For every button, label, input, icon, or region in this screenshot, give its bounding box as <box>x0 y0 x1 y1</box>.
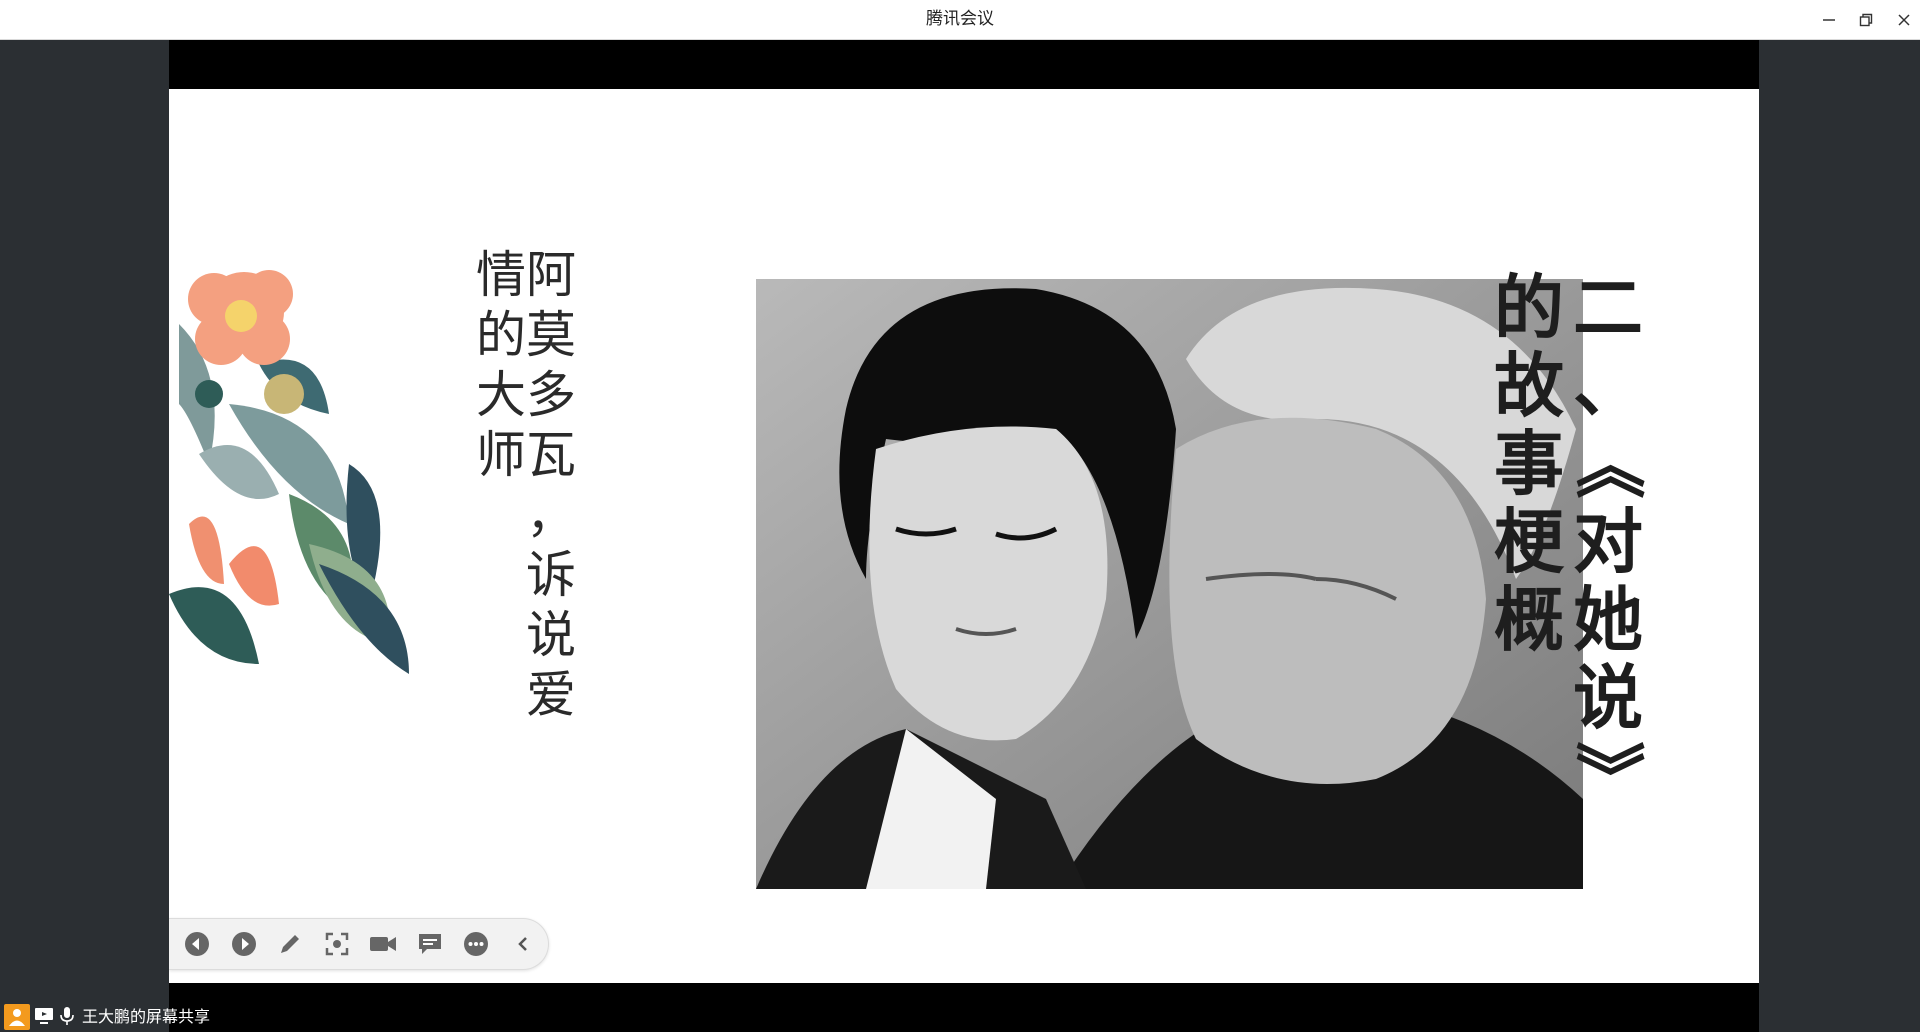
screen-share-icon <box>35 1008 53 1024</box>
minimize-icon <box>1823 19 1835 21</box>
vertical-char: 》 <box>1567 741 1649 811</box>
vertical-char: 爱 <box>526 666 576 724</box>
vertical-char: 情 <box>476 246 526 304</box>
close-icon <box>1898 14 1910 26</box>
vertical-char: 、 <box>1573 345 1643 427</box>
close-button[interactable] <box>1890 6 1918 34</box>
vertical-char: 《 <box>1567 429 1649 499</box>
restore-button[interactable] <box>1852 6 1880 34</box>
vertical-char: ， <box>526 486 576 544</box>
tropical-flower-illustration <box>169 270 409 674</box>
vertical-char: 概 <box>1494 579 1564 661</box>
vertical-char: 阿 <box>526 246 576 304</box>
screen-share-indicator[interactable] <box>34 1006 54 1030</box>
microphone-indicator[interactable] <box>58 1006 76 1030</box>
vertical-char: 说 <box>1573 657 1643 739</box>
title-bar: 腾讯会议 <box>0 0 1920 40</box>
screen-share-label: 王大鹏的屏幕共享 <box>82 1007 211 1026</box>
vertical-char: 诉 <box>526 546 576 604</box>
chevron-left-icon <box>517 937 527 951</box>
sharing-status-bar: 王大鹏的屏幕共享 <box>0 1001 1920 1032</box>
portrait-photo-illustration <box>756 279 1583 889</box>
vertical-char: 对 <box>1573 501 1643 583</box>
video-camera-icon <box>370 937 396 951</box>
vertical-char: 大 <box>476 366 526 424</box>
vertical-char: 多 <box>526 366 576 424</box>
annotate-pen-button[interactable] <box>274 928 306 960</box>
right-title-column-1: 二 、 《 对 她 说 》 <box>1567 267 1649 815</box>
window-title: 腾讯会议 <box>926 9 994 29</box>
vertical-char: 事 <box>1494 423 1564 505</box>
more-button[interactable] <box>460 928 492 960</box>
circle-left-arrow-icon <box>185 932 209 956</box>
vertical-char: 莫 <box>526 306 576 364</box>
screenshot-button[interactable] <box>321 928 353 960</box>
shared-screen-area: 情 的 大 师 阿 莫 多 瓦 ， 诉 说 爱 的 故 事 梗 概 二 、 《 … <box>2 40 1918 1032</box>
chat-bubble-icon <box>418 934 441 954</box>
portrait-photo <box>756 279 1583 889</box>
collapse-toolbar-button[interactable] <box>507 928 539 960</box>
vertical-char: 的 <box>476 306 526 364</box>
vertical-char: 梗 <box>1494 501 1564 583</box>
right-title-column-2: 的 故 事 梗 概 <box>1494 269 1564 659</box>
vertical-char: 说 <box>526 606 576 664</box>
left-title-column-1: 阿 莫 多 瓦 ， 诉 说 爱 <box>526 245 576 725</box>
vertical-char: 瓦 <box>526 426 576 484</box>
chat-button[interactable] <box>414 928 446 960</box>
ellipsis-circle-icon <box>464 932 488 956</box>
vertical-char: 二 <box>1573 267 1643 349</box>
vertical-char: 她 <box>1573 579 1643 661</box>
vertical-char: 故 <box>1494 345 1564 427</box>
vertical-char: 师 <box>476 426 526 484</box>
user-icon <box>9 1009 25 1026</box>
capture-frame-icon <box>325 932 348 956</box>
previous-slide-button[interactable] <box>181 928 213 960</box>
restore-icon <box>1859 13 1873 27</box>
camera-button[interactable] <box>367 928 399 960</box>
vertical-char: 的 <box>1494 267 1564 349</box>
left-title-column-2: 情 的 大 师 <box>476 245 526 485</box>
presentation-toolbar <box>169 918 549 970</box>
next-slide-button[interactable] <box>228 928 260 960</box>
circle-right-arrow-icon <box>231 932 256 956</box>
microphone-icon <box>60 1007 74 1025</box>
tencent-meeting-window: 腾讯会议 情 的 大 师 阿 莫 多 瓦 ， 诉 说 爱 的 故 事 梗 概 二… <box>0 0 1920 1032</box>
participant-button[interactable] <box>4 1004 30 1030</box>
minimize-button[interactable] <box>1815 6 1843 34</box>
presentation-slide: 情 的 大 师 阿 莫 多 瓦 ， 诉 说 爱 的 故 事 梗 概 二 、 《 … <box>169 89 1759 983</box>
pen-icon <box>281 935 299 953</box>
